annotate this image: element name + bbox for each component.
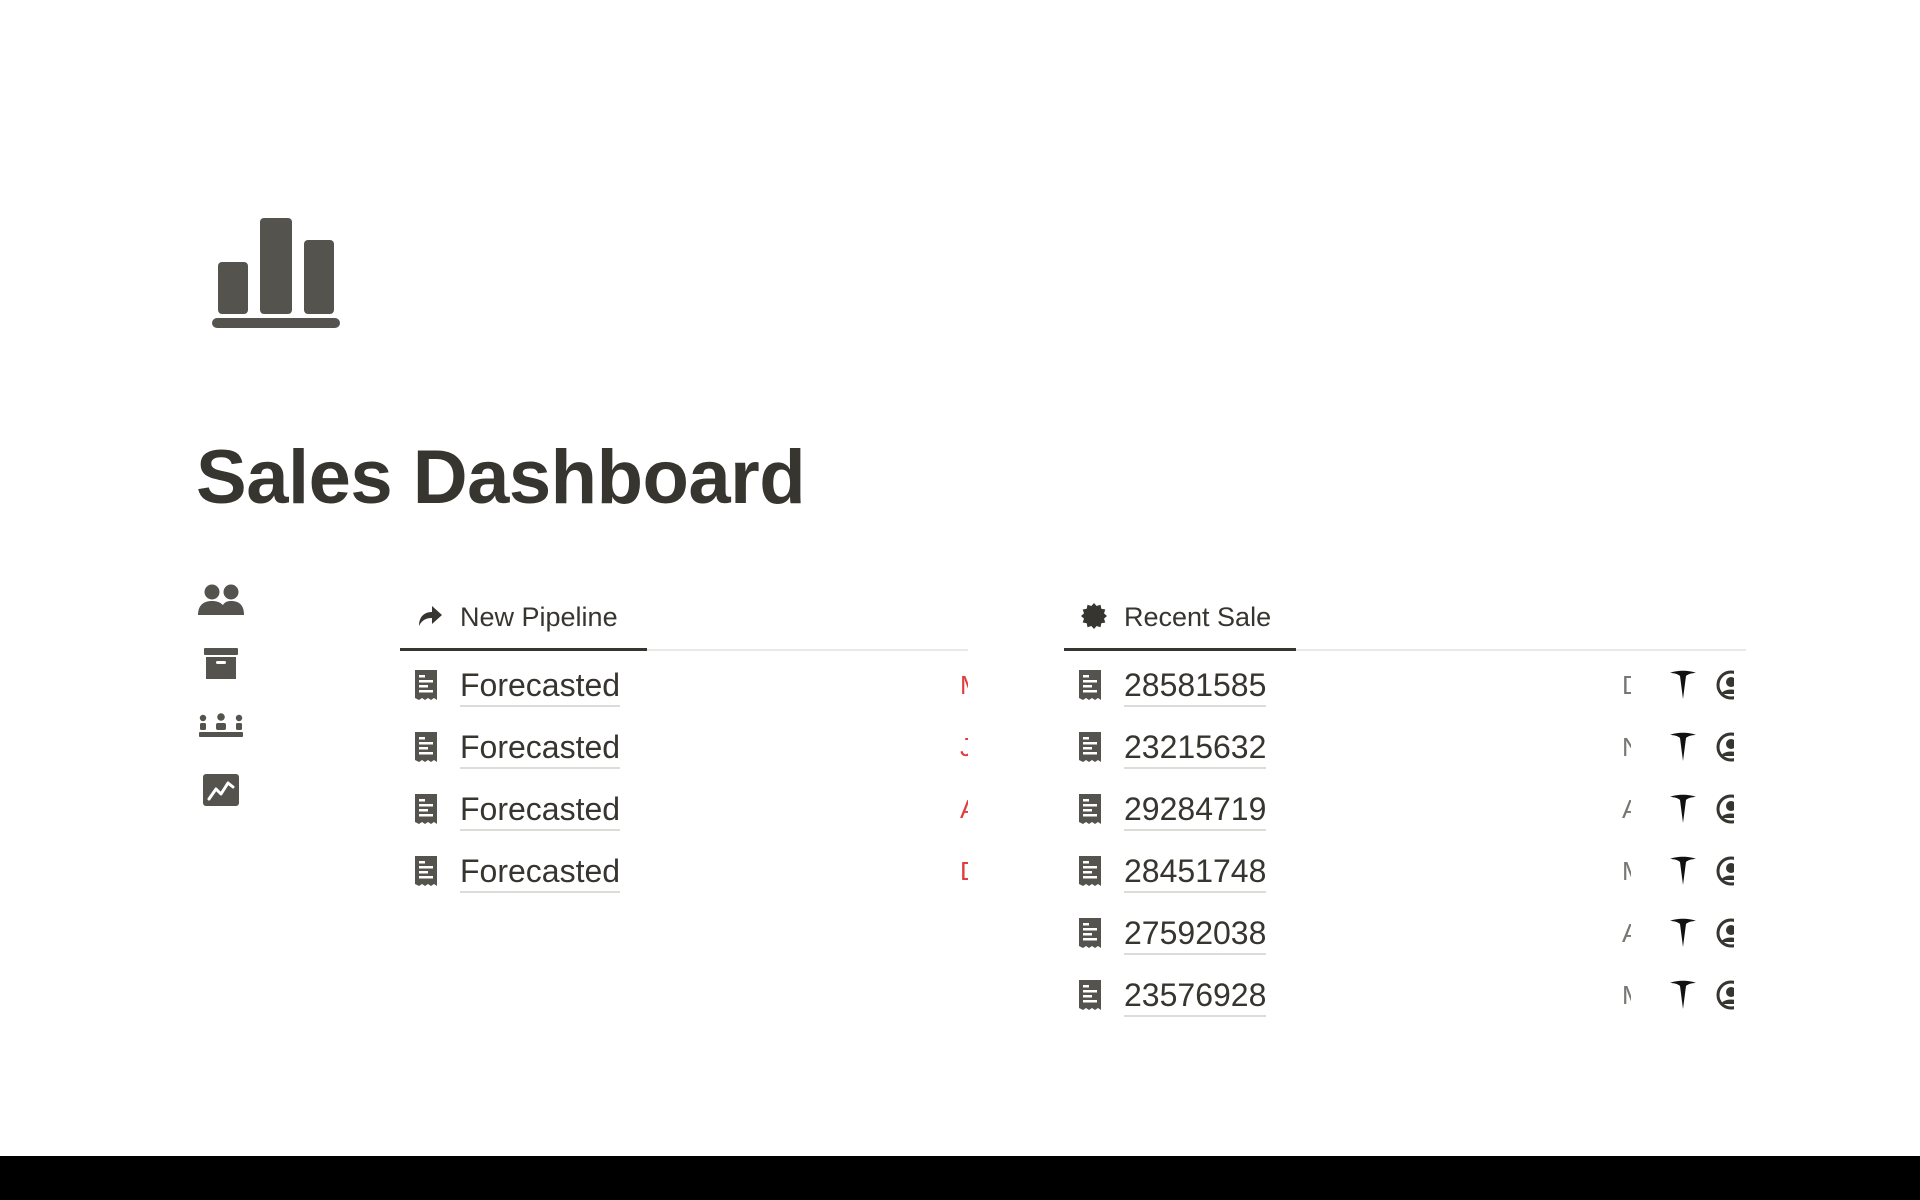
receipt-icon: [1079, 918, 1101, 948]
list-item[interactable]: Forecasted J: [400, 715, 968, 777]
item-title[interactable]: Forecasted: [460, 791, 621, 831]
list-item[interactable]: 29284719 A: [1064, 777, 1746, 839]
list-item[interactable]: Forecasted A: [400, 777, 968, 839]
item-title[interactable]: 23576928: [1124, 977, 1267, 1017]
receipt-icon: [1079, 980, 1101, 1010]
item-title[interactable]: 23215632: [1124, 729, 1267, 769]
page-title[interactable]: Sales Dashboard: [196, 434, 806, 522]
user-avatar-icon: [1716, 794, 1734, 824]
page: Sales Dashboard New Pipeline Forecasted …: [0, 0, 1920, 1200]
tab-label: New Pipeline: [460, 602, 618, 632]
bottom-bar: [0, 1156, 1920, 1200]
recent-sale-list: 28581585 D 23215632 N 29284719 A: [1064, 651, 1746, 1025]
receipt-icon: [415, 794, 437, 824]
user-avatar-icon: [1716, 856, 1734, 886]
pipeline-view: New Pipeline Forecasted M Forecasted J F…: [400, 580, 968, 901]
receipt-icon: [1079, 856, 1101, 886]
item-title[interactable]: 28451748: [1124, 853, 1267, 893]
user-avatar-icon: [1716, 980, 1734, 1010]
item-title[interactable]: Forecasted: [460, 853, 621, 893]
tesla-logo-icon: [1670, 670, 1696, 699]
item-date: J: [960, 732, 968, 762]
item-date: D: [960, 853, 968, 889]
receipt-icon: [1079, 670, 1101, 700]
bar-chart-icon[interactable]: [208, 214, 344, 330]
item-title[interactable]: 27592038: [1124, 915, 1267, 955]
team-meeting-icon[interactable]: [196, 706, 246, 746]
tab-label: Recent Sale: [1124, 602, 1272, 632]
list-item[interactable]: Forecasted D: [400, 839, 968, 901]
user-avatar-icon: [1716, 918, 1734, 948]
tesla-logo-icon: [1670, 794, 1696, 823]
tesla-logo-icon: [1670, 980, 1696, 1009]
list-item[interactable]: Forecasted M: [400, 653, 968, 715]
item-date: D: [1622, 667, 1631, 703]
receipt-icon: [415, 732, 437, 762]
item-date: A: [1622, 794, 1631, 824]
people-icon[interactable]: [196, 580, 246, 620]
badge-icon: [1081, 603, 1107, 629]
item-title[interactable]: Forecasted: [460, 729, 621, 769]
tab-new-pipeline[interactable]: New Pipeline: [400, 580, 647, 651]
item-title[interactable]: 29284719: [1124, 791, 1267, 831]
list-item[interactable]: 23576928 M: [1064, 963, 1746, 1025]
item-title[interactable]: Forecasted: [460, 667, 621, 707]
receipt-icon: [1079, 732, 1101, 762]
recent-sale-tabbar: Recent Sale: [1064, 580, 1746, 651]
line-chart-icon[interactable]: [196, 770, 246, 810]
tesla-logo-icon: [1670, 918, 1696, 947]
list-item[interactable]: 27592038 A: [1064, 901, 1746, 963]
item-date: M: [1622, 977, 1631, 1013]
list-item[interactable]: 23215632 N: [1064, 715, 1746, 777]
item-date: M: [1622, 853, 1631, 889]
list-item[interactable]: 28581585 D: [1064, 653, 1746, 715]
tab-recent-sale[interactable]: Recent Sale: [1064, 580, 1296, 651]
recent-sale-view: Recent Sale 28581585 D 23215632 N 292847…: [1064, 580, 1746, 1025]
pipeline-tabbar: New Pipeline: [400, 580, 968, 651]
item-date: M: [960, 667, 968, 703]
item-date: A: [1622, 918, 1631, 948]
share-arrow-icon: [419, 606, 442, 626]
item-title[interactable]: 28581585: [1124, 667, 1267, 707]
pipeline-list: Forecasted M Forecasted J Forecasted A F…: [400, 651, 968, 901]
receipt-icon: [1079, 794, 1101, 824]
item-date: A: [960, 791, 968, 827]
receipt-icon: [415, 670, 437, 700]
tesla-logo-icon: [1670, 856, 1696, 885]
user-avatar-icon: [1716, 670, 1734, 700]
list-item[interactable]: 28451748 M: [1064, 839, 1746, 901]
tesla-logo-icon: [1670, 732, 1696, 761]
item-date: N: [1622, 729, 1631, 765]
receipt-icon: [415, 856, 437, 886]
archive-box-icon[interactable]: [196, 644, 246, 684]
user-avatar-icon: [1716, 732, 1734, 762]
